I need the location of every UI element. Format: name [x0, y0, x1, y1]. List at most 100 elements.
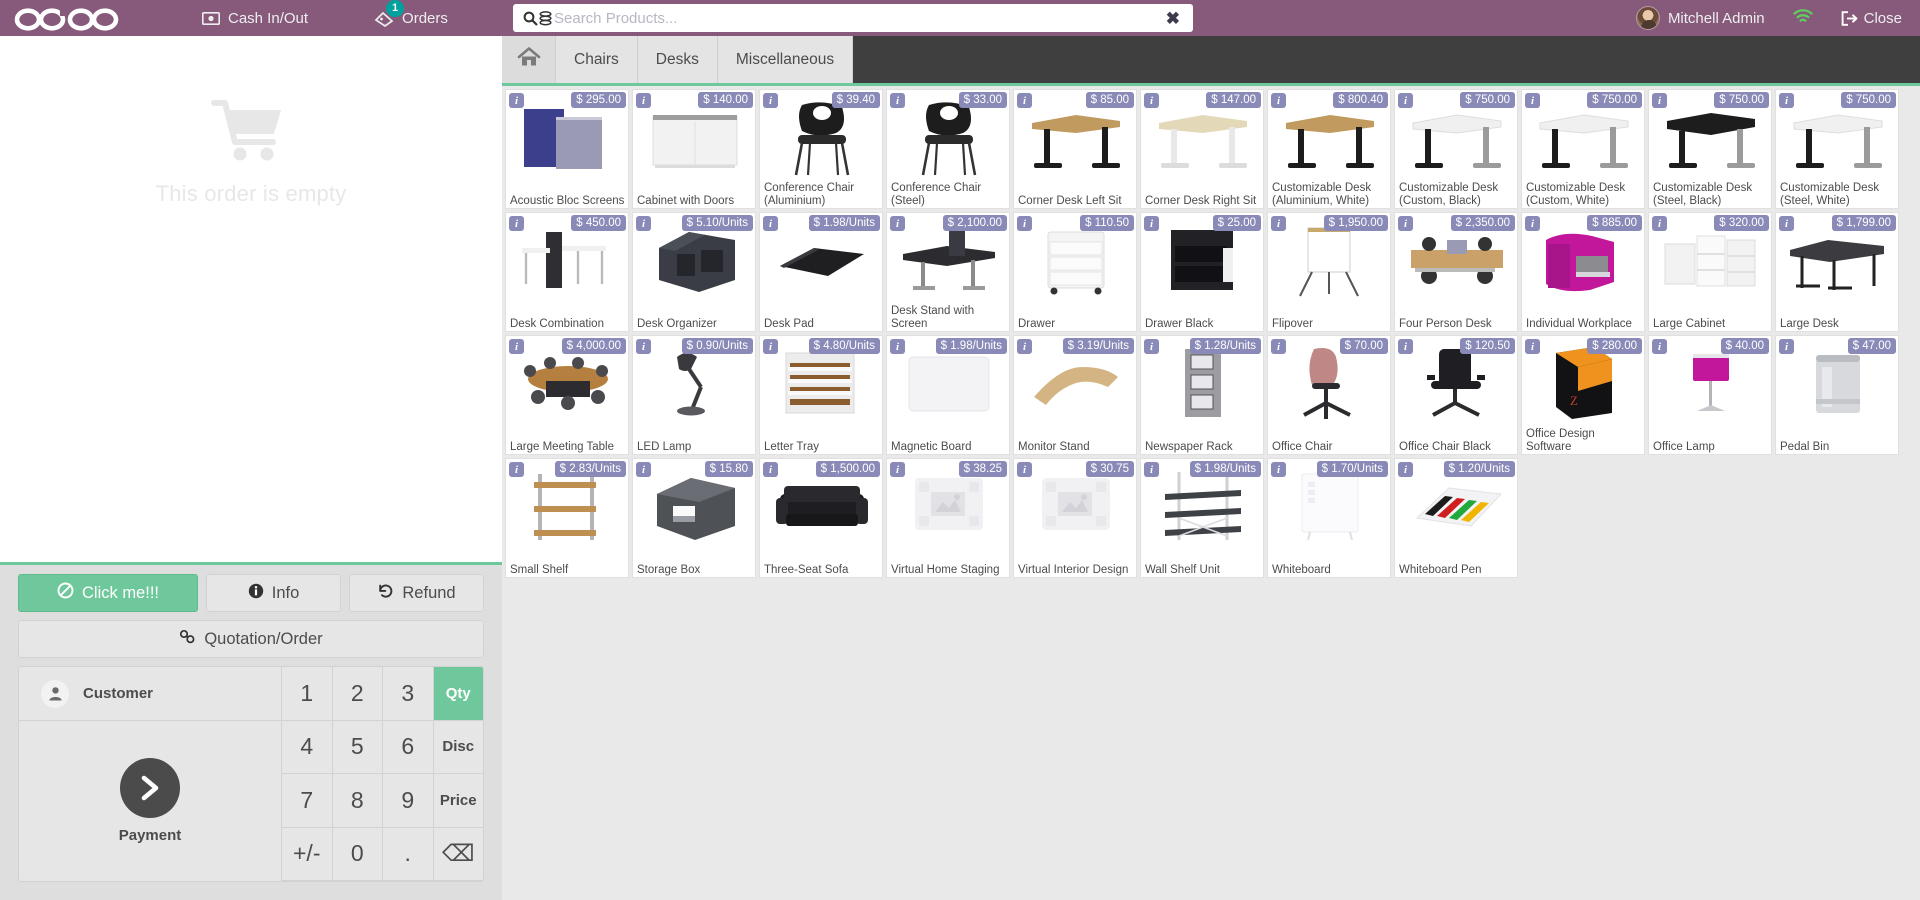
product-card[interactable]: i $ 2,100.00 Desk Stand with Screen	[886, 212, 1010, 332]
numpad-key-[interactable]: ⌫	[432, 827, 483, 881]
product-info-icon[interactable]: i	[509, 93, 524, 108]
product-card[interactable]: i $ 1.98/Units Wall Shelf Unit	[1140, 458, 1264, 578]
clear-search-icon[interactable]: ✖	[1163, 10, 1183, 27]
numpad-key-[interactable]: +/-	[281, 827, 332, 881]
product-card[interactable]: i $ 1.28/Units Newspaper Rack	[1140, 335, 1264, 455]
product-grid-area[interactable]: i $ 295.00 Acoustic Bloc Screens i $ 140.00 C…	[502, 83, 1920, 900]
product-info-icon[interactable]: i	[636, 216, 651, 231]
numpad-key-5[interactable]: 5	[331, 720, 382, 774]
product-card[interactable]: i $ 4,000.00 Large Meeting Table	[505, 335, 629, 455]
product-info-icon[interactable]: i	[1017, 93, 1032, 108]
info-button[interactable]: Info	[206, 574, 341, 612]
product-card[interactable]: i $ 70.00 Office Chair	[1267, 335, 1391, 455]
product-info-icon[interactable]: i	[1652, 216, 1667, 231]
product-card[interactable]: i $ 1.98/Units Desk Pad	[759, 212, 883, 332]
product-info-icon[interactable]: i	[763, 462, 778, 477]
product-card[interactable]: i $ 450.00 Desk Combination	[505, 212, 629, 332]
product-info-icon[interactable]: i	[1144, 462, 1159, 477]
product-card[interactable]: i $ 38.25 Virtual Home Staging	[886, 458, 1010, 578]
click-me-button[interactable]: Click me!!!	[18, 574, 198, 612]
customer-button[interactable]: Customer	[19, 667, 281, 721]
numpad-key-8[interactable]: 8	[331, 774, 382, 828]
product-info-icon[interactable]: i	[890, 93, 905, 108]
product-card[interactable]: i $ 1.98/Units Magnetic Board	[886, 335, 1010, 455]
product-info-icon[interactable]: i	[1398, 462, 1413, 477]
product-card[interactable]: i $ 2,350.00 Four Person Desk	[1394, 212, 1518, 332]
product-card[interactable]: i $ 3.19/Units Monitor Stand	[1013, 335, 1137, 455]
numpad-key-1[interactable]: 1	[281, 667, 332, 721]
product-info-icon[interactable]: i	[1017, 216, 1032, 231]
product-info-icon[interactable]: i	[763, 93, 778, 108]
product-info-icon[interactable]: i	[1398, 93, 1413, 108]
product-card[interactable]: i $ 1.20/Units Whiteboard Pen	[1394, 458, 1518, 578]
product-info-icon[interactable]: i	[636, 339, 651, 354]
product-info-icon[interactable]: i	[1144, 93, 1159, 108]
product-card[interactable]: i $ 800.40 Customizable Desk (Aluminium, W…	[1267, 89, 1391, 209]
product-card[interactable]: i $ 110.50 Drawer	[1013, 212, 1137, 332]
product-info-icon[interactable]: i	[890, 462, 905, 477]
product-card[interactable]: i $ 1,500.00 Three-Seat Sofa	[759, 458, 883, 578]
payment-button[interactable]: Payment	[19, 721, 281, 881]
product-card[interactable]: i $ 2.83/Units Small Shelf	[505, 458, 629, 578]
product-card[interactable]: i $ 39.40 Conference Chair (Aluminium)	[759, 89, 883, 209]
numpad-key-[interactable]: .	[382, 827, 433, 881]
product-info-icon[interactable]: i	[1779, 339, 1794, 354]
product-card[interactable]: i $ 15.80 Storage Box	[632, 458, 756, 578]
product-card[interactable]: i $ 4.80/Units Letter Tray	[759, 335, 883, 455]
product-info-icon[interactable]: i	[1779, 216, 1794, 231]
product-card[interactable]: i $ 750.00 Customizable Desk (Steel, Black…	[1648, 89, 1772, 209]
search-bar[interactable]: ✖	[513, 4, 1193, 32]
product-info-icon[interactable]: i	[763, 216, 778, 231]
product-info-icon[interactable]: i	[890, 216, 905, 231]
product-info-icon[interactable]: i	[1525, 339, 1540, 354]
quotation-order-button[interactable]: Quotation/Order	[18, 620, 484, 658]
numpad-key-6[interactable]: 6	[382, 720, 433, 774]
product-info-icon[interactable]: i	[636, 462, 651, 477]
search-input[interactable]	[552, 5, 1163, 31]
user-menu[interactable]: Mitchell Admin	[1622, 0, 1779, 36]
product-card[interactable]: i $ 40.00 Office Lamp	[1648, 335, 1772, 455]
product-info-icon[interactable]: i	[1271, 339, 1286, 354]
product-info-icon[interactable]: i	[1017, 339, 1032, 354]
product-info-icon[interactable]: i	[1398, 216, 1413, 231]
product-info-icon[interactable]: i	[1017, 462, 1032, 477]
product-card[interactable]: i $ 1,950.00 Flipover	[1267, 212, 1391, 332]
product-card[interactable]: i $ 47.00 Pedal Bin	[1775, 335, 1899, 455]
product-info-icon[interactable]: i	[1271, 216, 1286, 231]
numpad-key-2[interactable]: 2	[331, 667, 382, 721]
numpad-key-3[interactable]: 3	[382, 667, 433, 721]
product-card[interactable]: i $ 320.00 Large Cabinet	[1648, 212, 1772, 332]
product-info-icon[interactable]: i	[1779, 93, 1794, 108]
product-info-icon[interactable]: i	[890, 339, 905, 354]
connection-status[interactable]	[1779, 0, 1827, 36]
product-card[interactable]: i $ 120.50 Office Chair Black	[1394, 335, 1518, 455]
product-info-icon[interactable]: i	[1144, 216, 1159, 231]
product-card[interactable]: i $ 750.00 Customizable Desk (Custom, Blac…	[1394, 89, 1518, 209]
numpad-key-price[interactable]: Price	[432, 774, 483, 828]
product-card[interactable]: i $ 885.00 Individual Workplace	[1521, 212, 1645, 332]
product-info-icon[interactable]: i	[636, 93, 651, 108]
category-tab-chairs[interactable]: Chairs	[556, 36, 638, 83]
product-card[interactable]: i $ 1,799.00 Large Desk	[1775, 212, 1899, 332]
product-card[interactable]: i $ 1.70/Units Whiteboard	[1267, 458, 1391, 578]
numpad-key-4[interactable]: 4	[281, 720, 332, 774]
product-card[interactable]: i $ 5.10/Units Desk Organizer	[632, 212, 756, 332]
category-tab-desks[interactable]: Desks	[637, 36, 718, 83]
numpad-key-7[interactable]: 7	[281, 774, 332, 828]
cash-in-out-button[interactable]: Cash In/Out	[188, 0, 322, 36]
product-card[interactable]: i $ 750.00 Customizable Desk (Steel, White…	[1775, 89, 1899, 209]
product-info-icon[interactable]: i	[1525, 93, 1540, 108]
product-info-icon[interactable]: i	[1271, 93, 1286, 108]
product-info-icon[interactable]: i	[1525, 216, 1540, 231]
numpad-key-disc[interactable]: Disc	[432, 720, 483, 774]
numpad-key-0[interactable]: 0	[331, 827, 382, 881]
product-info-icon[interactable]: i	[1144, 339, 1159, 354]
numpad-key-qty[interactable]: Qty	[432, 667, 483, 721]
product-card[interactable]: i $ 750.00 Customizable Desk (Custom, Whit…	[1521, 89, 1645, 209]
product-card[interactable]: i $ 295.00 Acoustic Bloc Screens	[505, 89, 629, 209]
product-card[interactable]: i $ 0.90/Units LED Lamp	[632, 335, 756, 455]
product-info-icon[interactable]: i	[1271, 462, 1286, 477]
product-card[interactable]: i $ 140.00 Cabinet with Doors	[632, 89, 756, 209]
product-card[interactable]: i $ 30.75 Virtual Interior Design	[1013, 458, 1137, 578]
product-card[interactable]: i $ 33.00 Conference Chair (Steel)	[886, 89, 1010, 209]
